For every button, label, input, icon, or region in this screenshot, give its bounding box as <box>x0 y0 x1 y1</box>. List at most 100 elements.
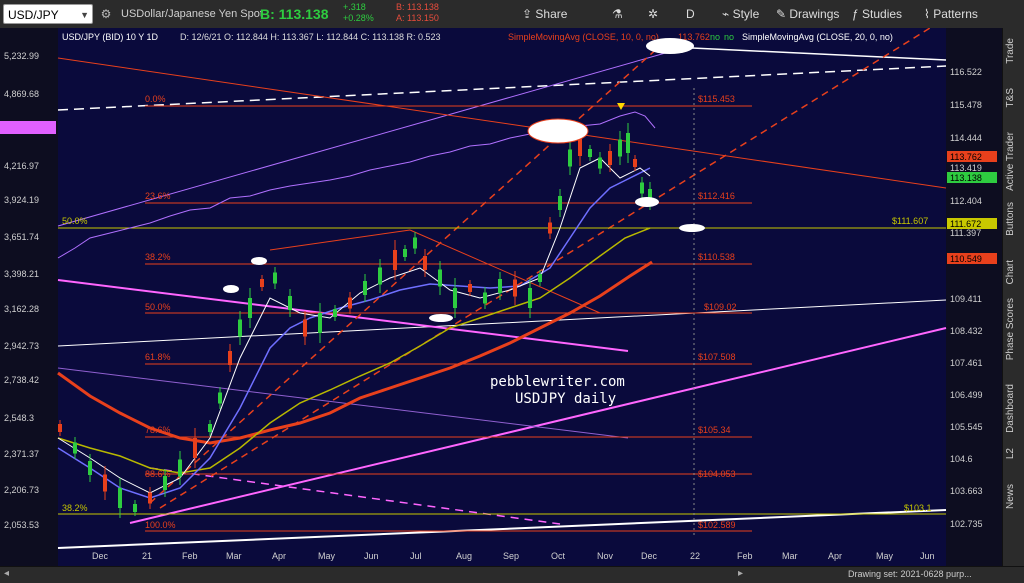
x-axis-label: Apr <box>828 551 842 561</box>
candle-body <box>423 256 427 270</box>
side-tab-phase-scores[interactable]: Phase Scores <box>1005 298 1023 360</box>
candle-body <box>513 279 517 297</box>
price-chart[interactable]: USD/JPY (BID) 10 Y 1D D: 12/6/21 O: 112.… <box>0 28 1002 566</box>
share-label: Share <box>535 7 568 21</box>
x-axis-label: Jun <box>364 551 379 561</box>
x-axis-label: May <box>876 551 894 561</box>
x-axis-label: Oct <box>551 551 566 561</box>
candle-body <box>288 296 292 310</box>
x-axis-label: Nov <box>597 551 614 561</box>
left-axis-label: 2,053.53 <box>4 520 39 530</box>
right-axis-label: 105.545 <box>950 422 983 432</box>
left-axis-label: 2,942.73 <box>4 341 39 351</box>
right-axis-label: 112.404 <box>950 196 982 206</box>
right-axis-label: 104.6 <box>950 454 973 464</box>
symbol-description: USDollar/Japanese Yen Spot <box>121 8 263 20</box>
ohlc-readout: D: 12/6/21 O: 112.844 H: 113.367 L: 112.… <box>180 32 441 42</box>
symbol-selector[interactable]: USD/JPY ▼ <box>3 4 93 24</box>
right-axis-label: 106.499 <box>950 390 983 400</box>
candle-body <box>588 149 592 157</box>
sma10-na1: no <box>710 32 720 42</box>
candle-body <box>633 159 637 167</box>
right-axis-label: 110.549 <box>950 254 982 264</box>
marker-oval <box>646 38 694 54</box>
candle-body <box>273 272 277 284</box>
right-sidebar: Trade T&S Active Trader Buttons Chart Phase S… <box>1002 28 1024 568</box>
candle-body <box>133 504 137 512</box>
bid-ask: B: 113.138 A: 113.150 <box>396 2 439 23</box>
side-tab-chart[interactable]: Chart <box>1005 260 1023 284</box>
fib-label: 50.0% <box>145 302 171 312</box>
gear-icon[interactable]: ⚙ <box>98 4 114 24</box>
left-axis-label: 2,371.37 <box>4 449 39 459</box>
right-axis-label: 108.432 <box>950 326 983 336</box>
fib-price: $102.589 <box>698 520 736 530</box>
candle-body <box>626 133 630 153</box>
right-axis-label: 113.762 <box>950 152 982 162</box>
patterns-button[interactable]: ⌇ Patterns <box>924 4 978 24</box>
symbol-text: USD/JPY <box>8 8 59 22</box>
candle-body <box>178 459 182 477</box>
fib-label: 50.0% <box>62 216 88 226</box>
fib-price: $103.1 <box>904 503 932 513</box>
left-axis-label: 3,398.21 <box>4 269 39 279</box>
right-axis-label: 102.735 <box>950 519 983 529</box>
side-tab-t-s[interactable]: T&S <box>1005 88 1023 107</box>
fib-label: 0.0% <box>145 94 166 104</box>
fib-price: $105.34 <box>698 425 731 435</box>
studies-button[interactable]: ƒ Studies <box>852 4 902 24</box>
x-axis-label: Feb <box>737 551 753 561</box>
candle-body <box>558 196 562 210</box>
side-tab-news[interactable]: News <box>1005 484 1023 509</box>
period-button[interactable]: D <box>686 4 695 24</box>
x-axis-label: Aug <box>456 551 472 561</box>
candle-body <box>640 182 644 194</box>
side-tab-trade[interactable]: Trade <box>1005 38 1023 64</box>
sma20-label: SimpleMovingAvg (CLOSE, 20, 0, no) <box>742 32 893 42</box>
x-axis-label: Sep <box>503 551 519 561</box>
candle-body <box>303 319 307 337</box>
x-axis-label: Mar <box>782 551 798 561</box>
settings-icon[interactable]: ✲ <box>648 4 658 24</box>
marker-oval <box>429 314 453 322</box>
sma10-na2: no <box>724 32 734 42</box>
candle-body <box>248 298 252 318</box>
candle-body <box>73 442 77 454</box>
left-axis-label: 3,162.28 <box>4 304 39 314</box>
right-axis-label: 114.444 <box>950 133 982 143</box>
candle-body <box>618 139 622 157</box>
candle-body <box>163 476 167 490</box>
drawings-label: Drawings <box>789 7 840 21</box>
ask-small: A: 113.150 <box>396 13 439 23</box>
drawing-set-label[interactable]: Drawing set: 2021-0628 purp... <box>848 569 972 579</box>
flask-icon[interactable]: ⚗ <box>612 4 623 24</box>
scroll-right-icon[interactable]: ▸ <box>738 568 743 579</box>
fib-label: 23.6% <box>145 191 171 201</box>
candle-body <box>438 269 442 287</box>
candle-body <box>498 279 502 293</box>
x-axis-label: May <box>318 551 336 561</box>
side-tab-buttons[interactable]: Buttons <box>1005 202 1023 236</box>
left-axis-label: 4,216.97 <box>4 161 39 171</box>
fib-price: $111.607 <box>892 216 928 226</box>
marker-oval <box>251 257 267 265</box>
left-axis-label: 5,232.99 <box>4 51 39 61</box>
fib-label: 38.2% <box>145 252 171 262</box>
fib-price: $109.02 <box>704 302 737 312</box>
right-axis-label: 111.397 <box>950 228 981 238</box>
scroll-left-icon[interactable]: ◂ <box>4 568 9 579</box>
candle-body <box>260 279 264 287</box>
drawings-button[interactable]: ✎ Drawings <box>776 4 839 24</box>
fib-label: 61.8% <box>145 352 171 362</box>
style-button[interactable]: ⌁ Style <box>722 4 759 24</box>
share-button[interactable]: ⇪ Share <box>522 4 567 24</box>
fib-price: $104.053 <box>698 469 736 479</box>
candle-body <box>218 392 222 404</box>
side-tab-active-trader[interactable]: Active Trader <box>1005 132 1023 191</box>
side-tab-l2[interactable]: L2 <box>1005 448 1023 459</box>
right-axis-label: 113.138 <box>950 173 982 183</box>
candle-body <box>238 319 242 337</box>
candle-body <box>548 222 552 234</box>
candle-body <box>193 438 197 458</box>
side-tab-dashboard[interactable]: Dashboard <box>1005 384 1023 433</box>
